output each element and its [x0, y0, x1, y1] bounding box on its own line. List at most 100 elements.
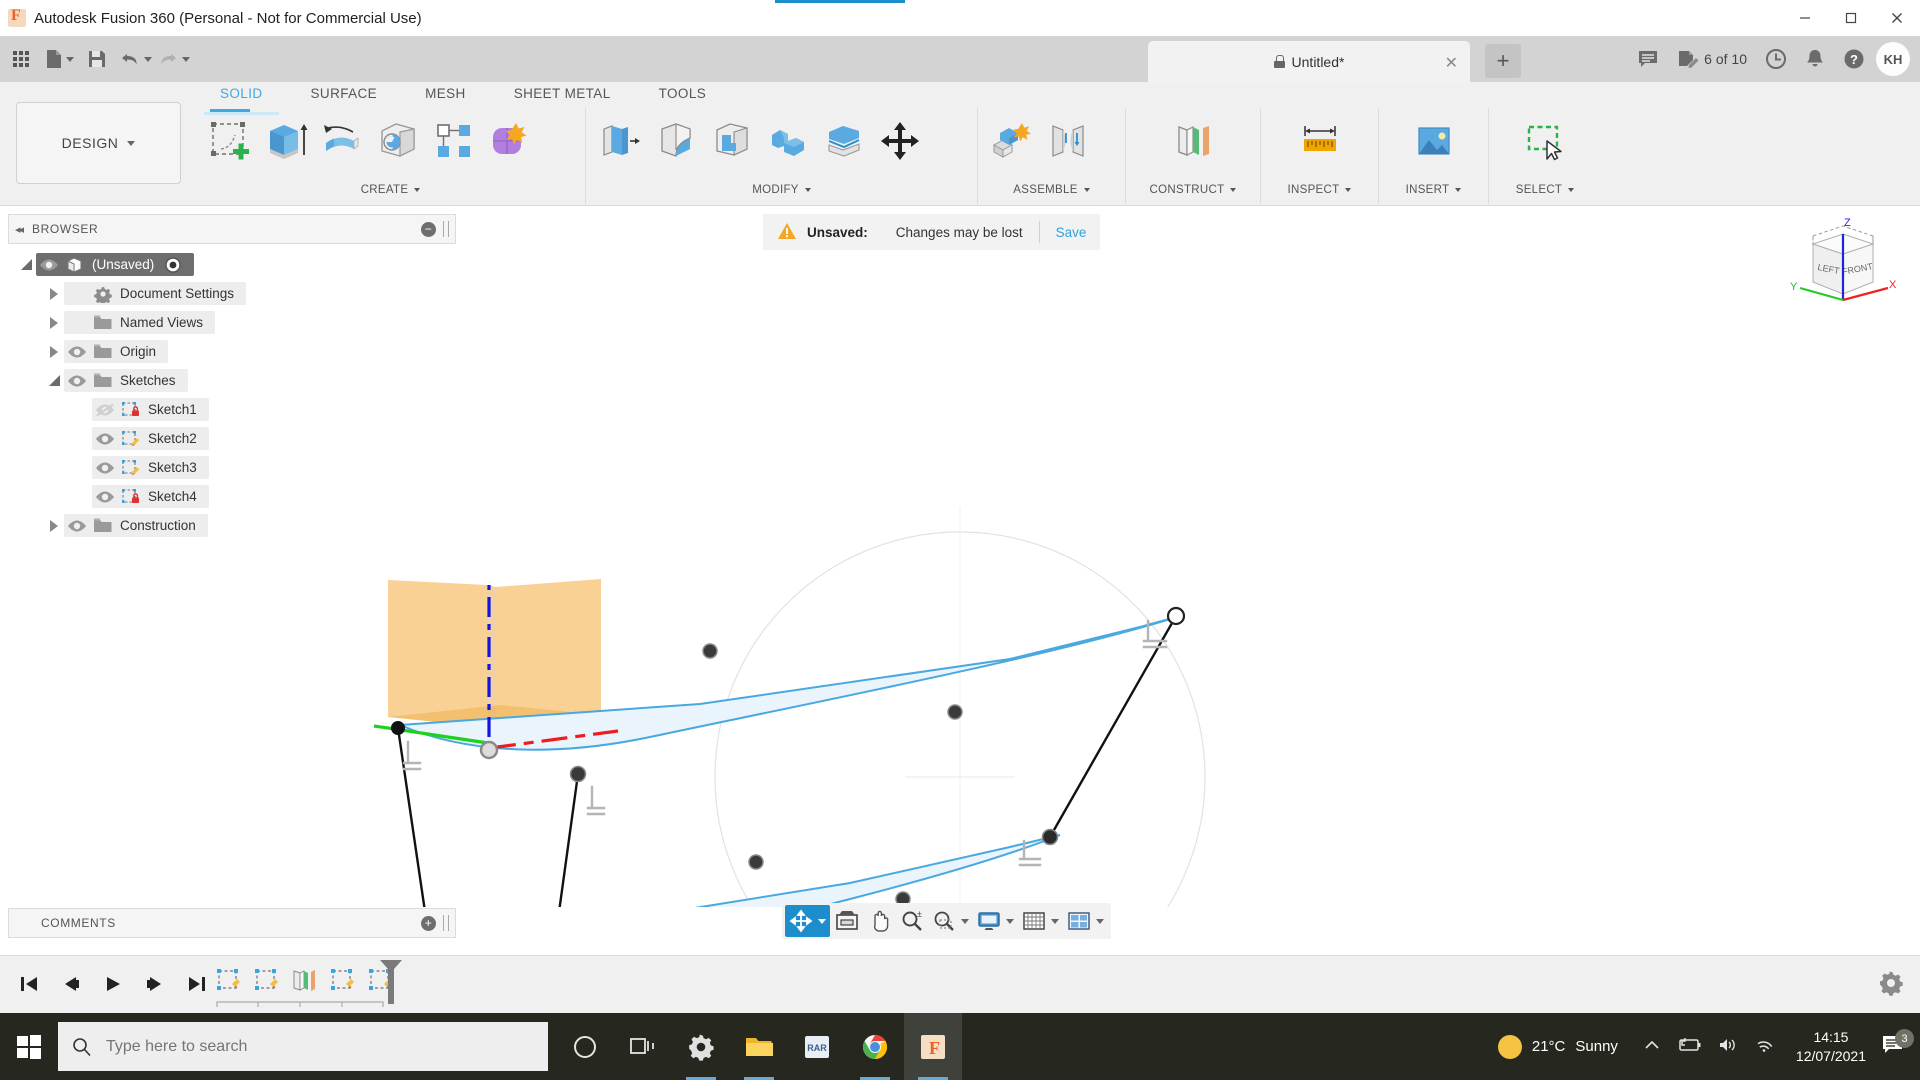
timeline-step-back[interactable] [52, 964, 90, 1004]
timeline-settings-button[interactable] [1878, 970, 1904, 999]
tool-joint[interactable] [1040, 112, 1096, 170]
expand-arrow-icon[interactable] [44, 287, 64, 300]
tree-node-document-settings[interactable]: Document Settings [8, 279, 456, 308]
redo-button[interactable] [156, 42, 190, 76]
expand-arrow-icon[interactable] [44, 316, 64, 329]
tree-node-body[interactable]: Named Views [64, 311, 216, 334]
battery-icon[interactable] [1676, 1037, 1702, 1056]
tool-rectangular-pattern[interactable] [426, 112, 482, 170]
tool-select-window[interactable] [1517, 112, 1573, 170]
eye-icon[interactable] [64, 519, 90, 533]
maximize-button[interactable] [1828, 0, 1874, 36]
eye-icon[interactable] [92, 432, 118, 446]
taskbar-winrar[interactable]: RAR [788, 1013, 846, 1080]
tool-shell[interactable] [704, 112, 760, 170]
notifications-button[interactable] [1798, 41, 1832, 77]
tool-combine[interactable] [760, 112, 816, 170]
tool-create-sketch[interactable] [202, 109, 258, 170]
timeline-play[interactable] [94, 964, 132, 1004]
panel-label-inspect[interactable]: INSPECT [1267, 176, 1372, 204]
wifi-icon[interactable] [1754, 1037, 1774, 1056]
tree-node-body[interactable]: Sketch2 [92, 427, 209, 450]
tree-node-body[interactable]: (Unsaved) [36, 253, 195, 276]
document-tab[interactable]: Untitled* ✕ [1148, 41, 1470, 82]
expand-arrow-icon[interactable] [44, 345, 64, 358]
eye-icon[interactable] [92, 490, 118, 504]
tree-node-unsaved[interactable]: (Unsaved) [8, 250, 456, 279]
nav-zoom-button[interactable]: ± [896, 905, 928, 937]
tree-node-construction[interactable]: Construction [8, 511, 456, 540]
tree-node-sketch4[interactable]: Sketch4 [8, 482, 456, 511]
view-cube[interactable]: LEFT FRONT Z Y X [1788, 212, 1898, 317]
eye-icon[interactable] [92, 461, 118, 475]
new-tab-button[interactable]: + [1485, 44, 1521, 78]
tree-node-body[interactable]: Document Settings [64, 282, 247, 305]
taskbar-search[interactable] [58, 1022, 548, 1071]
recent-activity-button[interactable] [1758, 41, 1794, 77]
job-status-button[interactable]: 6 of 10 [1670, 41, 1754, 77]
nav-grid-snaps-button[interactable] [1018, 905, 1063, 937]
tab-tools[interactable]: TOOLS [635, 82, 731, 110]
nav-viewports-button[interactable] [1063, 905, 1108, 937]
tree-node-sketches[interactable]: Sketches [8, 366, 456, 395]
tool-revolve[interactable] [314, 112, 370, 170]
comments-resize-grip[interactable] [443, 915, 449, 931]
tree-node-body[interactable]: Sketch4 [92, 485, 209, 508]
taskbar-task-view[interactable] [614, 1013, 672, 1080]
collapse-icon[interactable]: ◂◂ [15, 223, 24, 236]
timeline-step-forward[interactable] [136, 964, 174, 1004]
tree-node-sketch1[interactable]: Sketch1 [8, 395, 456, 424]
weather-widget[interactable]: 21°C Sunny [1484, 1034, 1632, 1059]
panel-label-insert[interactable]: INSERT [1385, 176, 1482, 204]
nav-look-at-button[interactable] [830, 905, 864, 937]
panel-label-assemble[interactable]: ASSEMBLE [984, 176, 1119, 204]
tree-node-body[interactable]: Sketch3 [92, 456, 209, 479]
timeline-go-to-beginning[interactable] [10, 964, 48, 1004]
collapse-arrow-icon[interactable] [16, 259, 36, 270]
tool-offset-plane[interactable] [1165, 112, 1221, 170]
tool-extrude[interactable] [258, 112, 314, 170]
tree-node-body[interactable]: Sketches [64, 369, 188, 392]
eye-icon[interactable] [64, 374, 90, 388]
nav-pan-button[interactable] [864, 905, 896, 937]
undo-button[interactable] [118, 42, 152, 76]
panel-label-modify[interactable]: MODIFY [592, 176, 971, 204]
expand-arrow-icon[interactable] [44, 519, 64, 532]
panel-label-construct[interactable]: CONSTRUCT [1132, 176, 1254, 204]
tool-move-copy[interactable] [872, 112, 928, 170]
tab-surface[interactable]: SURFACE [287, 82, 402, 110]
timeline-marker[interactable] [378, 958, 404, 1009]
eye-icon[interactable] [64, 345, 90, 359]
minimize-button[interactable] [1782, 0, 1828, 36]
action-center-button[interactable]: 3 [1876, 1029, 1920, 1060]
tree-node-body[interactable]: Construction [64, 514, 208, 537]
app-grid-button[interactable] [4, 42, 38, 76]
panel-resize-grip[interactable] [443, 221, 449, 237]
add-comment-button[interactable]: + [421, 915, 436, 931]
tool-new-component[interactable] [984, 112, 1040, 170]
comments-button[interactable] [1630, 41, 1666, 77]
tree-node-sketch2[interactable]: Sketch2 [8, 424, 456, 453]
timeline-feature-sketch2[interactable] [248, 961, 286, 1001]
timeline-feature-sketch1[interactable] [210, 961, 248, 1001]
user-avatar[interactable]: KH [1876, 42, 1910, 76]
nav-display-settings-button[interactable] [973, 905, 1018, 937]
save-link[interactable]: Save [1056, 225, 1087, 240]
tool-hole[interactable] [370, 112, 426, 170]
timeline-feature-sketch3[interactable] [324, 961, 362, 1001]
nav-orbit-button[interactable] [785, 905, 830, 937]
search-input[interactable] [106, 1037, 506, 1056]
collapse-arrow-icon[interactable] [44, 375, 64, 386]
browser-collapse-button[interactable]: − [421, 221, 436, 237]
tool-measure[interactable] [1292, 112, 1348, 170]
volume-icon[interactable] [1718, 1037, 1738, 1056]
show-hidden-icons-button[interactable] [1644, 1039, 1660, 1054]
tool-form[interactable] [482, 112, 538, 170]
timeline-feature-construction-plane[interactable] [286, 961, 324, 1001]
workspace-switcher[interactable]: DESIGN [16, 102, 181, 184]
tree-node-named-views[interactable]: Named Views [8, 308, 456, 337]
taskbar-fusion360[interactable]: F [904, 1013, 962, 1080]
tool-fillet[interactable] [648, 112, 704, 170]
tree-node-body[interactable]: Sketch1 [92, 398, 209, 421]
help-button[interactable]: ? [1836, 41, 1872, 77]
